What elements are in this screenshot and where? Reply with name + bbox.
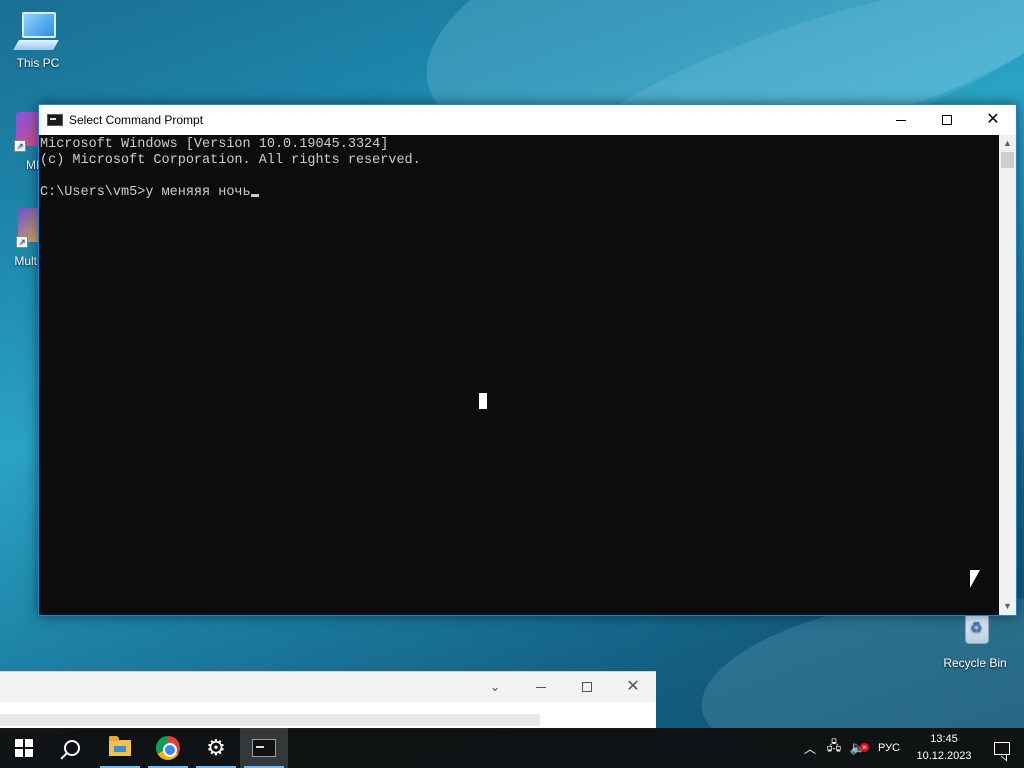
console-line: Microsoft Windows [Version 10.0.19045.33… xyxy=(40,137,389,152)
minimize-button[interactable] xyxy=(878,105,924,135)
chrome-icon xyxy=(156,736,180,760)
language-indicator[interactable]: РУС xyxy=(870,742,908,754)
desktop-icon-this-pc[interactable]: This PC xyxy=(0,10,76,70)
scroll-down-icon[interactable]: ▼ xyxy=(999,598,1016,615)
background-window-titlebar[interactable]: ⌄ ✕ xyxy=(0,672,656,702)
scroll-thumb[interactable] xyxy=(1001,152,1014,168)
recycle-bin-icon xyxy=(951,610,999,654)
search-icon xyxy=(64,740,80,756)
maximize-button[interactable] xyxy=(564,672,610,702)
start-button[interactable] xyxy=(0,728,48,768)
maximize-button[interactable] xyxy=(924,105,970,135)
shortcut-arrow-icon: ↗ xyxy=(16,236,28,248)
command-prompt-window[interactable]: Select Command Prompt ✕ Microsoft Window… xyxy=(38,104,1017,616)
system-tray: ︿ 🖧 🔈 РУС 13:45 10.12.2023 xyxy=(798,728,1024,768)
search-button[interactable] xyxy=(48,728,96,768)
minimize-button[interactable] xyxy=(518,672,564,702)
speaker-muted-icon[interactable]: 🔈 xyxy=(846,740,870,756)
command-prompt-icon xyxy=(47,114,63,126)
background-window-toolbar xyxy=(0,714,540,726)
chevron-down-icon[interactable]: ⌄ xyxy=(472,672,518,702)
console-input[interactable]: C:\Users\vm5>у меняяя ночь xyxy=(40,185,251,200)
taskbar-file-explorer[interactable] xyxy=(96,728,144,768)
window-title: Select Command Prompt xyxy=(69,113,204,127)
close-button[interactable]: ✕ xyxy=(970,105,1016,135)
console-line: (c) Microsoft Corporation. All rights re… xyxy=(40,153,421,168)
scroll-up-icon[interactable]: ▲ xyxy=(999,135,1016,152)
shortcut-arrow-icon: ↗ xyxy=(14,140,26,152)
clock[interactable]: 13:45 10.12.2023 xyxy=(908,731,980,765)
clock-date: 10.12.2023 xyxy=(916,750,972,762)
notifications-button[interactable] xyxy=(980,728,1024,768)
taskbar-settings[interactable]: ⚙ xyxy=(192,728,240,768)
console-caret xyxy=(250,194,259,197)
desktop-icon-label: Recycle Bin xyxy=(943,656,1007,670)
taskbar-chrome[interactable] xyxy=(144,728,192,768)
notification-icon xyxy=(994,741,1010,755)
vertical-scrollbar[interactable]: ▲ ▼ xyxy=(999,135,1016,615)
mouse-pointer-icon xyxy=(970,570,980,588)
taskbar: ⚙ ︿ 🖧 🔈 РУС 13:45 10.12.2023 xyxy=(0,728,1024,768)
network-icon[interactable]: 🖧 xyxy=(822,737,846,759)
gear-icon: ⚙ xyxy=(206,735,226,760)
close-button[interactable]: ✕ xyxy=(610,672,656,702)
chevron-up-icon[interactable]: ︿ xyxy=(798,740,822,757)
background-window[interactable]: ⌄ ✕ xyxy=(0,671,656,729)
text-cursor xyxy=(479,393,487,409)
desktop-icon-label: This PC xyxy=(16,56,60,70)
desktop-icon-recycle-bin[interactable]: Recycle Bin xyxy=(937,610,1013,670)
window-titlebar[interactable]: Select Command Prompt ✕ xyxy=(39,105,1016,135)
monitor-icon xyxy=(13,10,62,54)
command-prompt-icon xyxy=(252,739,276,757)
clock-time: 13:45 xyxy=(930,733,958,745)
taskbar-command-prompt[interactable] xyxy=(240,728,288,768)
folder-icon xyxy=(109,736,131,756)
console-output[interactable]: Microsoft Windows [Version 10.0.19045.33… xyxy=(39,135,999,615)
console-prompt-line[interactable]: C:\Users\vm5>у меняяя ночь xyxy=(40,185,998,201)
windows-logo-icon xyxy=(15,739,33,757)
